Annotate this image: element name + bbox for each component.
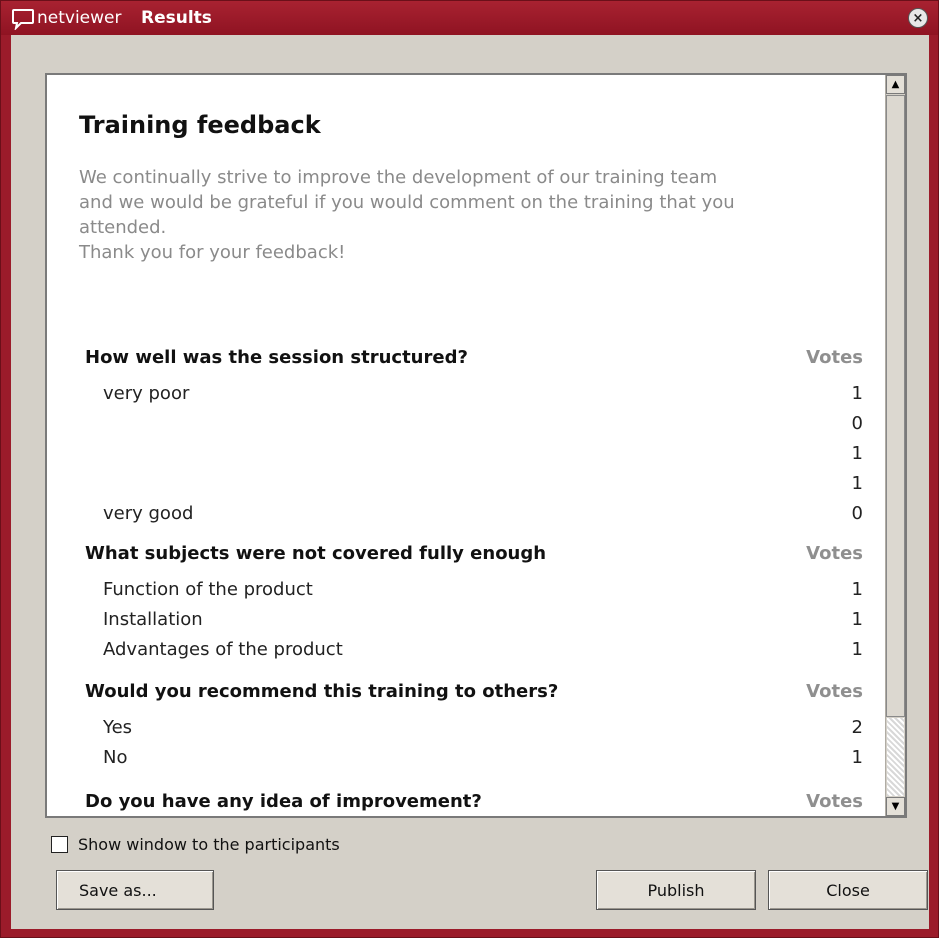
question-text: How well was the session structured? [85, 347, 468, 368]
intro-line: We continually strive to improve the dev… [79, 167, 718, 188]
answer-row: 1 [103, 473, 863, 503]
vote-count: 1 [851, 383, 863, 404]
answer-label: Yes [103, 717, 133, 738]
question-text: Would you recommend this training to oth… [85, 681, 559, 702]
answer-label: Function of the product [103, 579, 313, 600]
window-client-area: Training feedback We continually strive … [11, 35, 929, 929]
vote-count: 1 [851, 609, 863, 630]
answer-label: Installation [103, 609, 203, 630]
vote-count: 0 [851, 503, 863, 524]
answer-row: Advantages of the product 1 [103, 639, 863, 669]
votes-header: Votes [806, 681, 863, 702]
question-heading: Do you have any idea of improvement? Vot… [85, 791, 863, 812]
vertical-scrollbar[interactable]: ▲ ▼ [885, 75, 905, 816]
scroll-up-icon[interactable]: ▲ [886, 75, 905, 94]
question-heading: How well was the session structured? Vot… [85, 347, 863, 368]
intro-line: Thank you for your feedback! [79, 242, 346, 263]
answer-label: very poor [103, 383, 190, 404]
votes-header: Votes [806, 347, 863, 368]
save-as-button[interactable]: Save as... [56, 870, 214, 910]
question-text: Do you have any idea of improvement? [85, 791, 482, 812]
show-participants-checkbox[interactable] [51, 836, 68, 853]
scroll-down-icon[interactable]: ▼ [886, 797, 905, 816]
publish-button[interactable]: Publish [596, 870, 756, 910]
show-participants-label: Show window to the participants [78, 835, 340, 854]
scrollbar-thumb[interactable] [886, 95, 905, 717]
answer-row: Installation 1 [103, 609, 863, 639]
question-text: What subjects were not covered fully eno… [85, 543, 547, 564]
scrollbar-track[interactable] [887, 718, 904, 796]
question-heading: What subjects were not covered fully eno… [85, 543, 863, 564]
survey-intro: We continually strive to improve the dev… [79, 165, 859, 265]
answer-label: Advantages of the product [103, 639, 343, 660]
answer-row: very good 0 [103, 503, 863, 533]
show-participants-option[interactable]: Show window to the participants [51, 835, 340, 854]
answer-row: Function of the product 1 [103, 579, 863, 609]
answer-label: No [103, 747, 128, 768]
vote-count: 1 [851, 473, 863, 494]
intro-line: attended. [79, 217, 167, 238]
answer-row: No 1 [103, 747, 863, 777]
close-button[interactable]: Close [768, 870, 928, 910]
results-window: netviewer Results × Training feedback We… [0, 0, 939, 938]
votes-header: Votes [806, 791, 863, 812]
intro-line: and we would be grateful if you would co… [79, 192, 735, 213]
results-viewer[interactable]: Training feedback We continually strive … [45, 73, 907, 818]
vote-count: 1 [851, 443, 863, 464]
answer-row: very poor 1 [103, 383, 863, 413]
close-icon[interactable]: × [908, 8, 928, 28]
brand-label: netviewer [37, 8, 122, 28]
vote-count: 2 [851, 717, 863, 738]
window-title: Results [141, 8, 212, 28]
votes-header: Votes [806, 543, 863, 564]
vote-count: 1 [851, 639, 863, 660]
answer-row: 1 [103, 443, 863, 473]
answer-row: Yes 2 [103, 717, 863, 747]
answer-label: very good [103, 503, 194, 524]
vote-count: 1 [851, 747, 863, 768]
vote-count: 1 [851, 579, 863, 600]
question-heading: Would you recommend this training to oth… [85, 681, 863, 702]
vote-count: 0 [851, 413, 863, 434]
title-bar: netviewer Results × [1, 1, 938, 35]
survey-heading: Training feedback [79, 111, 321, 139]
results-content: Training feedback We continually strive … [47, 75, 885, 816]
answer-row: 0 [103, 413, 863, 443]
